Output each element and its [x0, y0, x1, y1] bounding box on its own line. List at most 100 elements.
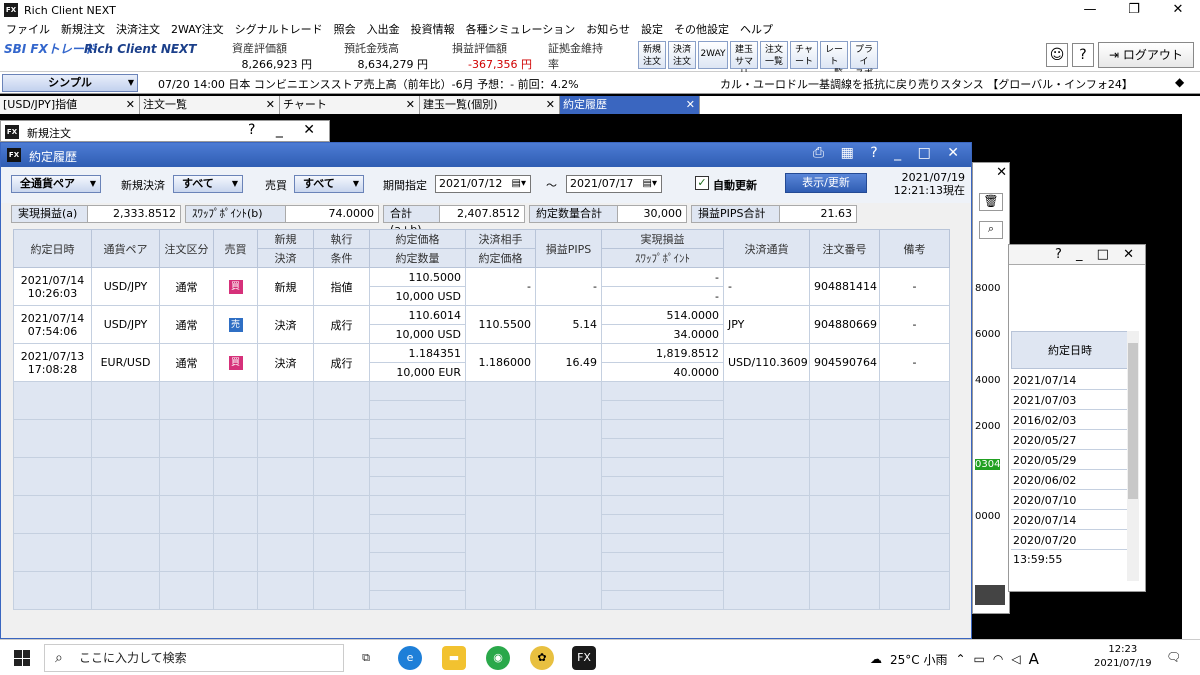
- window-controls[interactable]: ⎙ ▦ ? _ □ ✕: [813, 145, 965, 161]
- column-header[interactable]: 執行: [313, 229, 370, 249]
- column-header[interactable]: 通貨ペア: [91, 229, 160, 268]
- weather-text[interactable]: 25°C 小雨: [890, 651, 947, 668]
- news-ticker-left[interactable]: 07/20 14:00 日本 コンビニエンスストア売上高（前年比）-6月 予想：…: [158, 76, 579, 92]
- user-icon[interactable]: ☺: [1046, 43, 1068, 67]
- column-header[interactable]: 売買: [213, 229, 258, 268]
- news-nav-icon[interactable]: ◆: [1175, 75, 1184, 89]
- app-icon[interactable]: ✿: [530, 646, 554, 670]
- notification-icon[interactable]: 🗨: [1166, 650, 1181, 664]
- column-header[interactable]: 実現損益: [601, 229, 724, 249]
- menu-item[interactable]: シグナルトレード: [235, 21, 323, 37]
- column-header[interactable]: 約定日時: [13, 229, 92, 268]
- windows-start-icon[interactable]: [14, 650, 30, 666]
- quick-button[interactable]: 決済 注文: [668, 41, 696, 69]
- column-header[interactable]: 決済相手: [465, 229, 536, 249]
- window-controls[interactable]: ? _ ✕: [248, 122, 323, 138]
- column-header[interactable]: 注文番号: [809, 229, 880, 268]
- close-icon[interactable]: ✕: [1156, 0, 1200, 20]
- menu-item[interactable]: 投資情報: [411, 21, 455, 37]
- close-icon[interactable]: ✕: [126, 96, 135, 114]
- list-item[interactable]: 2020/07/10 19:06:33: [1011, 491, 1129, 526]
- task-view-icon[interactable]: ⧉: [354, 646, 378, 670]
- menu-item[interactable]: 入出金: [367, 21, 400, 37]
- fx-taskbar-icon[interactable]: FX: [572, 646, 596, 670]
- settle-select[interactable]: すべて ▼: [173, 175, 243, 193]
- menu-item[interactable]: ファイル: [6, 21, 50, 37]
- mode-select[interactable]: シンプル ▼: [2, 74, 138, 92]
- scrollbar[interactable]: [1127, 331, 1139, 581]
- chrome-icon[interactable]: ◉: [486, 646, 510, 670]
- tab[interactable]: [USD/JPY]指値 ✕: [0, 96, 140, 114]
- calendar-icon[interactable]: ▤▾: [643, 176, 657, 192]
- menu-item[interactable]: 設定: [641, 21, 663, 37]
- menu-item[interactable]: 新規注文: [61, 21, 105, 37]
- column-subheader[interactable]: 条件: [313, 248, 370, 268]
- minimize-icon[interactable]: —: [1068, 0, 1112, 20]
- column-header[interactable]: 新規: [257, 229, 314, 249]
- help-button[interactable]: ?: [1072, 43, 1094, 67]
- tab[interactable]: 約定履歴 ✕: [560, 96, 700, 114]
- menu-item[interactable]: 照会: [334, 21, 356, 37]
- auto-update-checkbox[interactable]: ✓: [695, 176, 709, 190]
- maximize-icon[interactable]: ❐: [1112, 0, 1156, 20]
- menu-item[interactable]: お知らせ: [586, 21, 630, 37]
- date-from-input[interactable]: 2021/07/12 ▤▾: [435, 175, 531, 193]
- chevron-up-icon[interactable]: ⌃: [955, 652, 965, 666]
- table-row[interactable]: 2021/07/13 17:08:28 EUR/USD 通常買決済 成行 1.184351…: [13, 343, 950, 382]
- edge-icon[interactable]: e: [398, 646, 422, 670]
- tab[interactable]: チャート ✕: [280, 96, 420, 114]
- menu-item[interactable]: 決済注文: [116, 21, 160, 37]
- quick-button[interactable]: 新規 注文: [638, 41, 666, 69]
- file-explorer-icon[interactable]: ▬: [442, 646, 466, 670]
- column-subheader[interactable]: 約定価格: [465, 248, 536, 268]
- quick-button[interactable]: プライスボ: [850, 41, 878, 79]
- close-icon[interactable]: ✕: [266, 96, 275, 114]
- table-row[interactable]: 2021/07/14 07:54:06 USD/JPY 通常売決済 成行 110.6014…: [13, 305, 950, 344]
- menu-item[interactable]: ヘルプ: [740, 21, 773, 37]
- show-update-button[interactable]: 表示/更新: [785, 173, 867, 193]
- menu-item[interactable]: 各種シミュレーション: [466, 21, 576, 37]
- list-item[interactable]: 2020/05/27 18:28:46: [1011, 431, 1129, 466]
- pair-select[interactable]: 全通貨ペア ▼: [11, 175, 101, 193]
- date-to-input[interactable]: 2021/07/17 ▤▾: [566, 175, 662, 193]
- volume-icon[interactable]: ◁: [1011, 652, 1020, 666]
- quick-button[interactable]: 2WAY: [698, 41, 728, 69]
- column-header[interactable]: 損益PIPS: [535, 229, 602, 268]
- column-subheader[interactable]: 決済: [257, 248, 314, 268]
- quick-button[interactable]: 建玉サマリ: [730, 41, 758, 79]
- list-item[interactable]: 2021/07/14 10:26:03: [1011, 371, 1129, 406]
- news-ticker-right[interactable]: カル・ユーロドル一基調線を抵抗に戻り売りスタンス 【グローバル・インフォ24】: [720, 76, 1150, 92]
- quick-button[interactable]: 注文 一覧: [760, 41, 788, 69]
- zoom-icon[interactable]: ⌕: [979, 221, 1003, 239]
- ime-indicator[interactable]: A: [1029, 650, 1039, 668]
- battery-icon[interactable]: ▭: [974, 652, 985, 666]
- column-subheader[interactable]: ｽﾜｯﾌﾟﾎﾟｲﾝﾄ: [601, 248, 724, 268]
- network-icon[interactable]: ◠: [993, 652, 1003, 666]
- column-header[interactable]: 備考: [879, 229, 950, 268]
- side-select[interactable]: すべて ▼: [294, 175, 364, 193]
- column-header[interactable]: 注文区分: [159, 229, 214, 268]
- list-item[interactable]: 2020/07/14 18:30:08: [1011, 511, 1129, 546]
- tab[interactable]: 建玉一覧(個別) ✕: [420, 96, 560, 114]
- logout-button[interactable]: ⇥ ログアウト: [1098, 42, 1194, 68]
- tab[interactable]: 注文一覧 ✕: [140, 96, 280, 114]
- list-item[interactable]: 2020/07/20 13:59:55: [1011, 531, 1129, 566]
- taskbar-search-input[interactable]: ⌕ ここに入力して検索: [44, 644, 344, 672]
- list-item[interactable]: 2020/05/29 01:28:24: [1011, 451, 1129, 486]
- menu-item[interactable]: 2WAY注文: [171, 21, 224, 37]
- clock[interactable]: 12:23 2021/07/19: [1094, 643, 1152, 671]
- menu-item[interactable]: その他設定: [674, 21, 729, 37]
- close-icon[interactable]: ✕: [686, 96, 695, 114]
- quick-button[interactable]: チャ ート: [790, 41, 818, 69]
- trash-icon[interactable]: 🗑: [979, 193, 1003, 211]
- close-icon[interactable]: ✕: [406, 96, 415, 114]
- list-item[interactable]: 2021/07/03 02:50:29: [1011, 391, 1129, 426]
- close-icon[interactable]: ✕: [546, 96, 555, 114]
- quick-button[interactable]: レート一覧: [820, 41, 848, 79]
- list-item[interactable]: 2016/02/03 07:51:42: [1011, 411, 1129, 446]
- table-row[interactable]: 2021/07/14 10:26:03 USD/JPY 通常買新規 指値 110.5000…: [13, 267, 950, 306]
- column-header[interactable]: 決済通貨: [723, 229, 810, 268]
- chart-scroll-control[interactable]: [975, 585, 1005, 605]
- column-header[interactable]: 約定価格: [369, 229, 466, 249]
- column-subheader[interactable]: 約定数量: [369, 248, 466, 268]
